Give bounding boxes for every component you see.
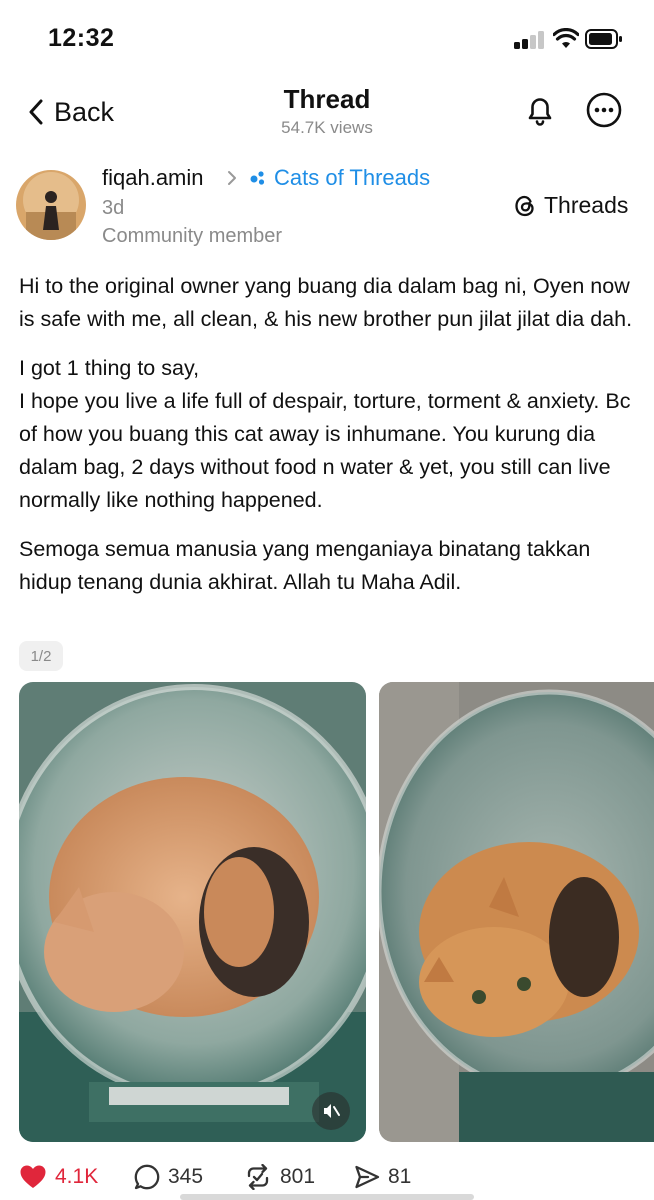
- post-media-video[interactable]: [19, 682, 366, 1142]
- post-media-image[interactable]: [379, 682, 654, 1142]
- threads-logo-icon: [515, 195, 534, 216]
- notifications-button[interactable]: [522, 92, 558, 128]
- media-page-indicator: 1/2: [19, 641, 63, 671]
- post-body: Hi to the original owner yang buang dia …: [19, 270, 639, 615]
- comment-icon: [134, 1164, 160, 1190]
- like-button[interactable]: 4.1K: [19, 1164, 98, 1190]
- repost-button[interactable]: 801: [244, 1164, 315, 1190]
- kitten-in-bag-image: [379, 682, 654, 1142]
- status-time: 12:32: [48, 24, 115, 52]
- status-bar: 12:32: [0, 0, 654, 80]
- mute-toggle-button[interactable]: [312, 1092, 350, 1130]
- post-paragraph: Semoga semua manusia yang menganiaya bin…: [19, 537, 591, 594]
- chevron-right-icon: [228, 171, 236, 185]
- community-link[interactable]: Cats of Threads: [248, 165, 430, 191]
- reply-button[interactable]: 345: [134, 1164, 203, 1190]
- send-icon: [355, 1165, 380, 1189]
- threads-brand[interactable]: Threads: [512, 192, 628, 219]
- bell-icon: [528, 98, 552, 126]
- wifi-icon: [553, 28, 579, 48]
- repost-count: 801: [280, 1165, 316, 1188]
- member-badge: Community member: [102, 225, 283, 247]
- like-count: 4.1K: [55, 1165, 99, 1188]
- post-paragraph: I got 1 thing to say, I hope you live a …: [19, 356, 631, 512]
- post-timestamp: 3d: [102, 197, 125, 219]
- home-indicator: [180, 1194, 474, 1200]
- community-name: Cats of Threads: [274, 165, 431, 190]
- more-options-button[interactable]: [586, 92, 622, 128]
- post-paragraph: Hi to the original owner yang buang dia …: [19, 274, 633, 331]
- threads-brand-label: Threads: [544, 192, 629, 218]
- thread-header: Back Thread 54.7K views: [0, 80, 654, 150]
- kitten-in-bag-image: [19, 682, 366, 1142]
- speaker-muted-icon: [324, 1104, 340, 1118]
- share-count: 81: [388, 1165, 412, 1188]
- battery-icon: [585, 29, 622, 49]
- heart-icon: [20, 1165, 46, 1188]
- avatar[interactable]: [16, 170, 86, 240]
- author-username[interactable]: fiqah.amin: [102, 165, 204, 191]
- community-icon: [250, 171, 265, 185]
- repost-icon: [247, 1164, 269, 1190]
- more-icon: [586, 92, 622, 128]
- signal-icon: [514, 31, 546, 49]
- reply-count: 345: [168, 1165, 204, 1188]
- share-button[interactable]: 81: [354, 1164, 411, 1190]
